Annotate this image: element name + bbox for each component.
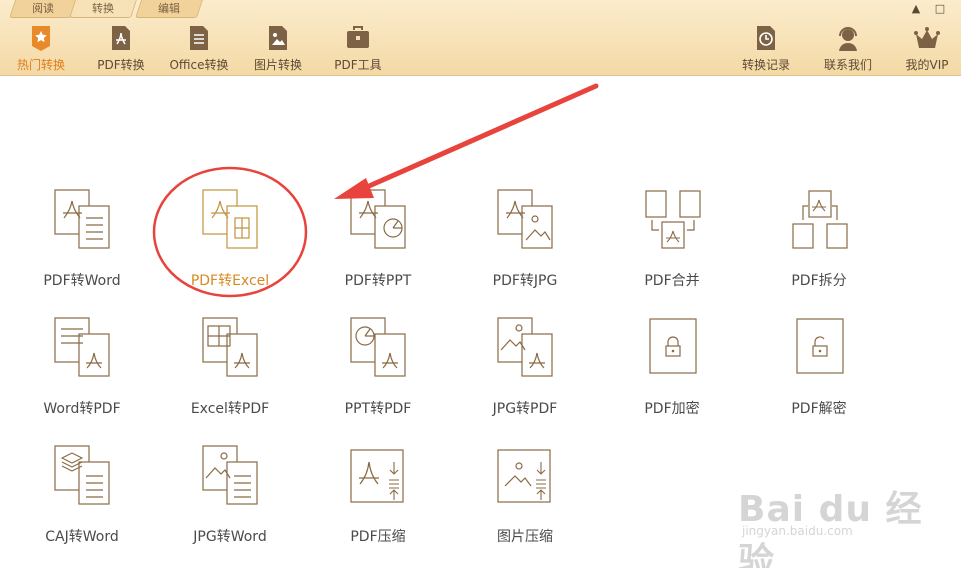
maximize-button[interactable]: □ bbox=[934, 3, 946, 15]
toolbar-office-convert[interactable]: Office转换 bbox=[168, 24, 230, 76]
tile-pdf-merge[interactable]: PDF合并 bbox=[602, 188, 742, 306]
pdf-doc-icon bbox=[112, 26, 130, 50]
tile-pdf-split[interactable]: PDF拆分 bbox=[749, 188, 889, 306]
tile-pdf-to-ppt[interactable]: PDF转PPT bbox=[308, 188, 448, 306]
toolbar-image-convert[interactable]: 图片转换 bbox=[250, 24, 306, 76]
ppt-to-pdf-icon bbox=[350, 317, 406, 377]
pdf-to-ppt-icon bbox=[350, 189, 406, 249]
jpg-to-pdf-icon bbox=[497, 317, 553, 377]
clock-icon bbox=[757, 26, 775, 50]
tab-edit[interactable]: 编辑 bbox=[135, 0, 203, 18]
tile-ppt-to-pdf[interactable]: PPT转PDF bbox=[308, 316, 448, 434]
tile-pdf-encrypt[interactable]: PDF加密 bbox=[602, 316, 742, 434]
caj-to-word-icon bbox=[54, 445, 110, 505]
toolbar-history[interactable]: 转换记录 bbox=[740, 24, 792, 76]
tile-pdf-to-excel[interactable]: PDF转Excel bbox=[160, 188, 300, 306]
tile-pdf-to-word[interactable]: PDF转Word bbox=[12, 188, 152, 306]
toolbar-hot-convert[interactable]: 热门转换 bbox=[14, 24, 68, 76]
pdf-compress-icon bbox=[350, 449, 404, 503]
toolbar-contact[interactable]: 联系我们 bbox=[821, 24, 875, 76]
tile-excel-to-pdf[interactable]: Excel转PDF bbox=[160, 316, 300, 434]
baidu-watermark: Bai du 经验 jingyan.baidu.com bbox=[738, 489, 923, 568]
pdf-to-jpg-icon bbox=[497, 189, 553, 249]
header: 阅读 转换 编辑 ▲ □ 热门转换 PDF转换 Office转换 图片转换 PD… bbox=[0, 0, 961, 76]
pdf-split-icon bbox=[792, 190, 848, 249]
image-doc-icon bbox=[269, 26, 287, 50]
image-compress-icon bbox=[497, 449, 551, 503]
pdf-to-word-icon bbox=[54, 189, 110, 249]
office-doc-icon bbox=[190, 26, 208, 50]
tile-pdf-to-jpg[interactable]: PDF转JPG bbox=[455, 188, 595, 306]
pdf-decrypt-icon bbox=[796, 318, 844, 374]
tile-caj-to-word[interactable]: CAJ转Word bbox=[12, 444, 152, 562]
toolbar-vip[interactable]: 我的VIP bbox=[902, 24, 952, 76]
word-to-pdf-icon bbox=[54, 317, 110, 377]
tab-read[interactable]: 阅读 bbox=[9, 0, 77, 18]
tile-image-compress[interactable]: 图片压缩 bbox=[455, 444, 595, 562]
tile-word-to-pdf[interactable]: Word转PDF bbox=[12, 316, 152, 434]
toolbar-pdf-convert[interactable]: PDF转换 bbox=[94, 24, 148, 76]
headset-icon bbox=[839, 27, 857, 51]
pointer-arrow-icon bbox=[334, 83, 599, 199]
excel-to-pdf-icon bbox=[202, 317, 258, 377]
tile-jpg-to-pdf[interactable]: JPG转PDF bbox=[455, 316, 595, 434]
star-icon bbox=[32, 26, 50, 51]
crown-icon bbox=[914, 27, 940, 48]
pdf-merge-icon bbox=[645, 190, 701, 249]
toolbox-icon bbox=[347, 26, 369, 48]
pdf-to-excel-icon bbox=[202, 189, 258, 249]
tile-jpg-to-word[interactable]: JPG转Word bbox=[160, 444, 300, 562]
tile-pdf-compress[interactable]: PDF压缩 bbox=[308, 444, 448, 562]
pdf-converter-app: 阅读 转换 编辑 ▲ □ 热门转换 PDF转换 Office转换 图片转换 PD… bbox=[0, 0, 961, 568]
tile-pdf-decrypt[interactable]: PDF解密 bbox=[749, 316, 889, 434]
toolbar-pdf-tools[interactable]: PDF工具 bbox=[332, 24, 384, 76]
tab-convert[interactable]: 转换 bbox=[69, 0, 137, 18]
pdf-encrypt-icon bbox=[649, 318, 697, 374]
jpg-to-word-icon bbox=[202, 445, 258, 505]
minimize-button[interactable]: ▲ bbox=[910, 3, 922, 15]
